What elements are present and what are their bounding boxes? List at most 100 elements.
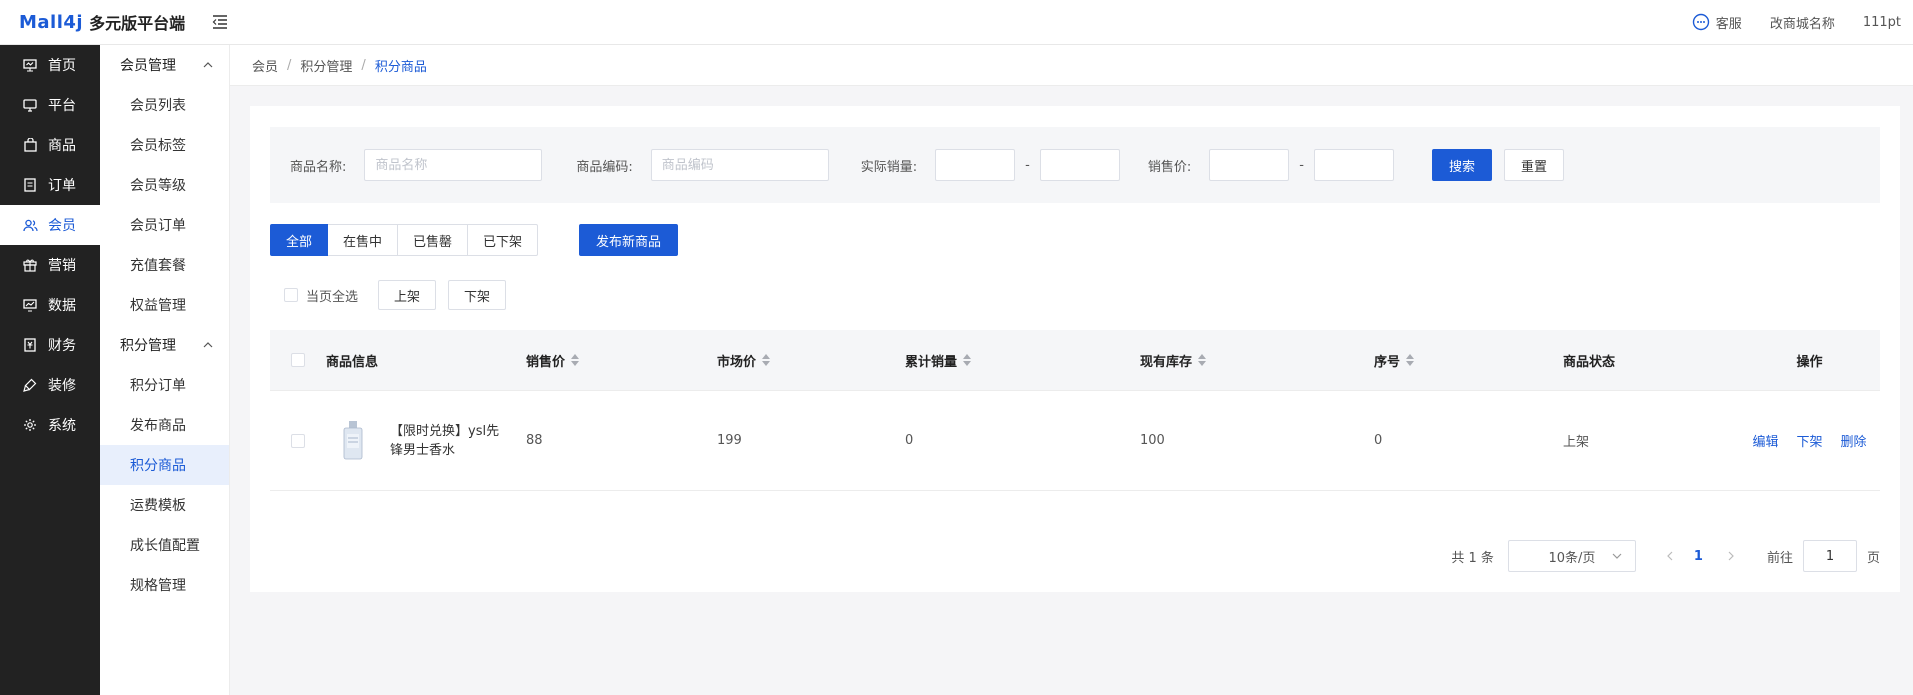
nav-platform[interactable]: 平台 xyxy=(0,85,100,125)
batch-off-shelf-button[interactable]: 下架 xyxy=(448,280,507,310)
publish-goods-button[interactable]: 发布新商品 xyxy=(579,224,679,256)
page-size-select[interactable]: 10条/页 xyxy=(1507,540,1636,572)
menu-spec-management[interactable]: 规格管理 xyxy=(100,565,229,605)
breadcrumb-item[interactable]: 积分管理 xyxy=(300,56,352,75)
batch-actions: 当页全选 上架 下架 xyxy=(284,280,507,310)
pagination: 共 1 条 10条/页 1 前往 页 xyxy=(1451,540,1880,572)
wallet-icon xyxy=(22,337,38,353)
prev-page-button[interactable] xyxy=(1660,546,1680,566)
menu-freight-templates[interactable]: 运费模板 xyxy=(100,485,229,525)
cell-seq: 0 xyxy=(1374,433,1383,448)
nav-finance[interactable]: 财务 xyxy=(0,325,100,365)
select-all-label: 当页全选 xyxy=(306,289,359,305)
page-number[interactable]: 1 xyxy=(1694,549,1703,564)
select-all-checkbox[interactable] xyxy=(284,288,298,302)
sales-min-input[interactable] xyxy=(935,149,1016,181)
nav-members-label: 会员 xyxy=(48,218,76,234)
nav-decoration-label: 装修 xyxy=(48,378,76,394)
goto-page-input[interactable] xyxy=(1802,540,1857,572)
off-shelf-link[interactable]: 下架 xyxy=(1796,431,1822,450)
reset-button[interactable]: 重置 xyxy=(1503,149,1564,181)
nav-members[interactable]: 会员 xyxy=(0,205,100,245)
sort-stock-header[interactable]: 现有库存 xyxy=(1140,351,1374,370)
goods-name-input[interactable] xyxy=(364,149,543,181)
logo-subtitle: 多元版平台端 xyxy=(89,14,186,33)
tab-sold-out[interactable]: 已售罄 xyxy=(398,224,469,256)
tab-on-sale[interactable]: 在售中 xyxy=(328,224,399,256)
sort-icon xyxy=(1198,354,1207,366)
menu-member-list[interactable]: 会员列表 xyxy=(100,85,229,125)
breadcrumb-separator: / xyxy=(287,57,292,73)
sales-max-input[interactable] xyxy=(1039,149,1120,181)
nav-system[interactable]: 系统 xyxy=(0,405,100,445)
goto-label: 前往 xyxy=(1766,550,1793,566)
delete-link[interactable]: 删除 xyxy=(1841,431,1867,450)
price-max-input[interactable] xyxy=(1313,149,1394,181)
menu-points-goods[interactable]: 积分商品 xyxy=(100,445,229,485)
nav-home-label: 首页 xyxy=(48,58,76,74)
menu-group-member-management[interactable]: 会员管理 xyxy=(100,45,229,85)
bag-icon xyxy=(22,137,38,153)
header-label: 市场价 xyxy=(717,354,757,370)
logo-brand: Mall4j xyxy=(19,11,84,33)
service-label: 客服 xyxy=(1715,16,1742,32)
product-name[interactable]: 【限时兑换】ysl先锋男士香水 xyxy=(390,422,500,460)
menu-recharge-packages[interactable]: 充值套餐 xyxy=(100,245,229,285)
sort-price-header[interactable]: 销售价 xyxy=(526,351,717,370)
goods-code-input[interactable] xyxy=(650,149,829,181)
sort-sold-header[interactable]: 累计销量 xyxy=(905,351,1140,370)
product-thumbnail xyxy=(336,418,370,463)
shop-name-label: 改商城名称 xyxy=(1769,16,1835,32)
nav-marketing[interactable]: 营销 xyxy=(0,245,100,285)
customer-service-button[interactable]: 客服 xyxy=(1692,13,1742,32)
search-button[interactable]: 搜索 xyxy=(1431,149,1492,181)
table-row: 【限时兑换】ysl先锋男士香水 88 199 0 100 0 上架 编辑 下架 … xyxy=(270,391,1880,491)
nav-decoration[interactable]: 装修 xyxy=(0,365,100,405)
chevron-up-icon xyxy=(203,342,213,348)
user-menu[interactable]: 111pt xyxy=(1863,15,1901,30)
next-page-button[interactable] xyxy=(1721,546,1741,566)
menu-publish-goods[interactable]: 发布商品 xyxy=(100,405,229,445)
filter-bar: 商品名称: 商品编码: 实际销量: - 销售价: - 搜索 重置 xyxy=(270,127,1880,203)
cell-market-price: 199 xyxy=(717,433,742,448)
tab-all[interactable]: 全部 xyxy=(270,224,329,256)
sales-filter-label: 实际销量: xyxy=(860,159,918,175)
nav-home[interactable]: 首页 xyxy=(0,45,100,85)
nav-goods-label: 商品 xyxy=(48,138,76,154)
price-min-input[interactable] xyxy=(1209,149,1290,181)
menu-member-tags[interactable]: 会员标签 xyxy=(100,125,229,165)
nav-data[interactable]: 数据 xyxy=(0,285,100,325)
tab-off-shelf[interactable]: 已下架 xyxy=(468,224,539,256)
header-actions: 操作 xyxy=(1796,354,1823,370)
menu-fold-icon[interactable] xyxy=(209,11,231,33)
sort-market-header[interactable]: 市场价 xyxy=(717,351,905,370)
menu-member-levels[interactable]: 会员等级 xyxy=(100,165,229,205)
header-label: 序号 xyxy=(1374,354,1401,370)
monitor-icon xyxy=(22,57,38,73)
shop-name-button[interactable]: 改商城名称 xyxy=(1770,13,1835,32)
menu-group-points-management[interactable]: 积分管理 xyxy=(100,325,229,365)
table-header: 商品信息 销售价 市场价 累计销量 现有库存 序号 商品状态 操作 xyxy=(270,330,1880,391)
header-goods-info: 商品信息 xyxy=(326,354,379,370)
secondary-sidebar: 会员管理 会员列表 会员标签 会员等级 会员订单 充值套餐 权益管理 积分管理 … xyxy=(100,45,230,695)
row-checkbox[interactable] xyxy=(291,433,305,448)
chevron-down-icon xyxy=(1612,553,1622,559)
menu-rights-management[interactable]: 权益管理 xyxy=(100,285,229,325)
sort-seq-header[interactable]: 序号 xyxy=(1374,351,1563,370)
edit-link[interactable]: 编辑 xyxy=(1752,431,1778,450)
menu-points-orders[interactable]: 积分订单 xyxy=(100,365,229,405)
header-status: 商品状态 xyxy=(1563,354,1616,370)
menu-growth-config[interactable]: 成长值配置 xyxy=(100,525,229,565)
header-checkbox[interactable] xyxy=(291,353,305,367)
menu-member-orders[interactable]: 会员订单 xyxy=(100,205,229,245)
chat-icon xyxy=(1692,13,1709,31)
breadcrumb-item[interactable]: 会员 xyxy=(252,56,278,75)
cell-price: 88 xyxy=(526,433,543,448)
brush-icon xyxy=(22,377,38,393)
batch-on-shelf-button[interactable]: 上架 xyxy=(378,280,437,310)
logo[interactable]: Mall4j 多元版平台端 xyxy=(19,10,197,34)
nav-orders[interactable]: 订单 xyxy=(0,165,100,205)
nav-goods[interactable]: 商品 xyxy=(0,125,100,165)
header-label: 累计销量 xyxy=(905,354,958,370)
cell-status: 上架 xyxy=(1563,435,1590,450)
